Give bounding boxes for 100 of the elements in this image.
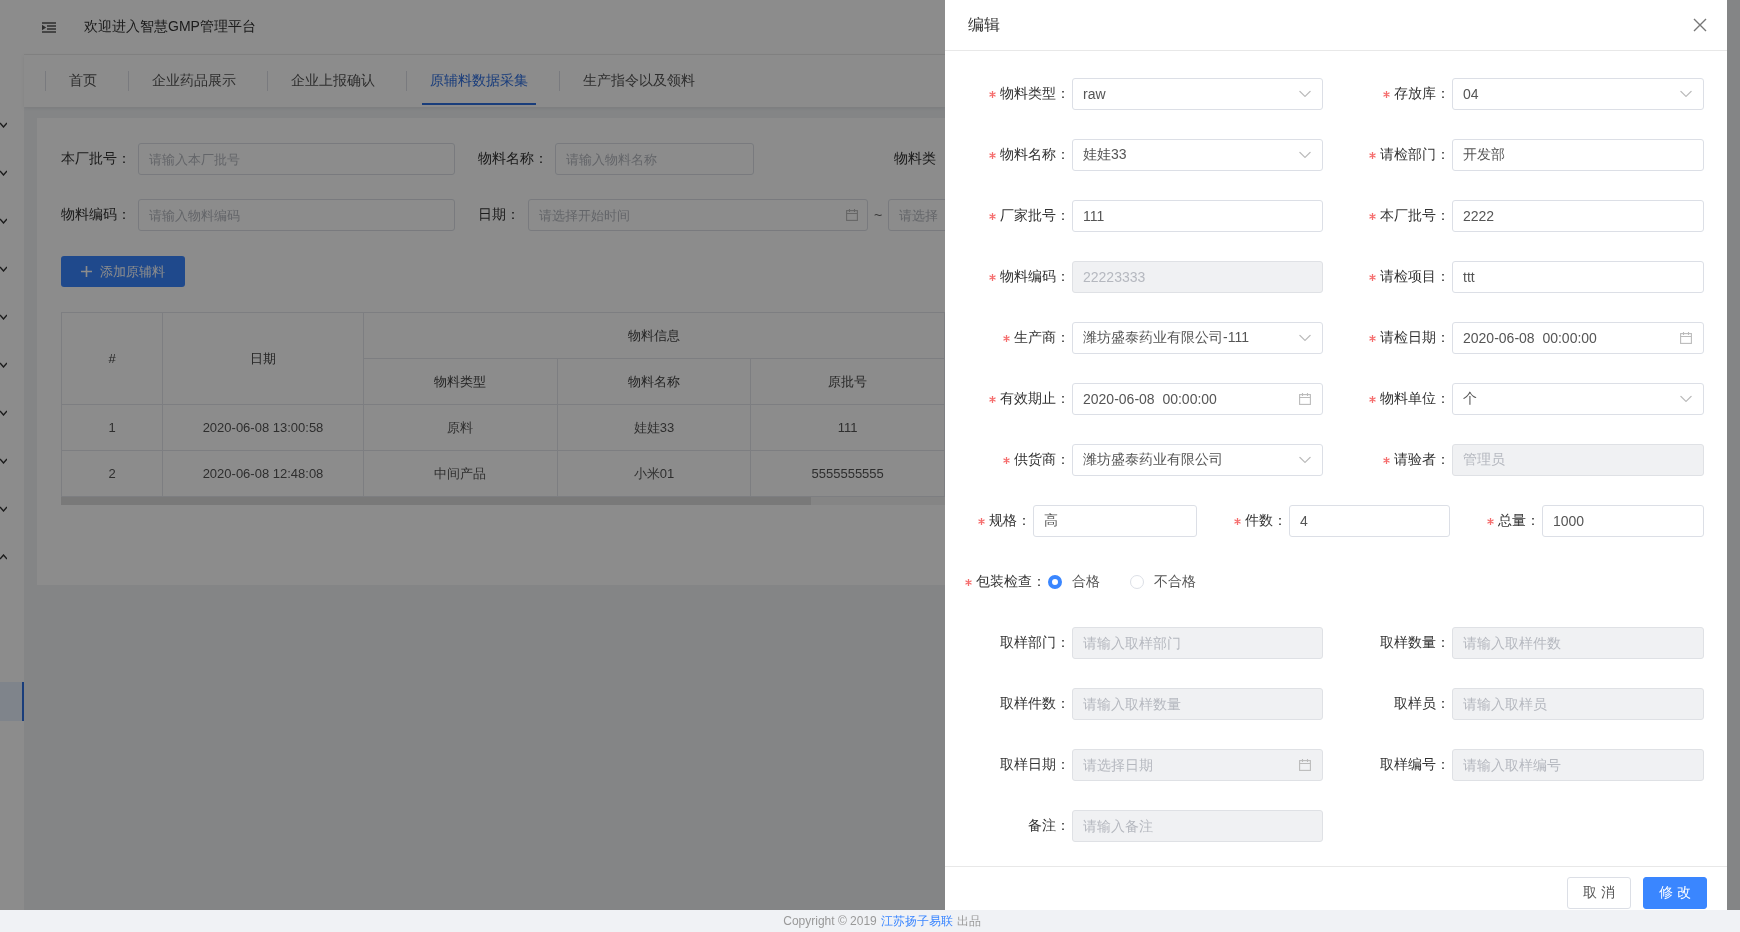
field-label: 生产商： — [1014, 329, 1070, 347]
filter-label: 物料编码： — [61, 206, 132, 224]
select-field[interactable]: 潍坊盛泰药业有限公司 — [1072, 444, 1323, 476]
field-label: 备注： — [1028, 817, 1070, 835]
field-label: 存放库： — [1394, 85, 1450, 103]
column-header: 物料名称 — [557, 358, 751, 405]
asterisk-icon — [1369, 395, 1376, 403]
input-field[interactable]: 4 — [1289, 505, 1450, 537]
chevron-icon[interactable] — [0, 122, 7, 128]
field-label: 请检部门： — [1380, 146, 1450, 164]
copyright-text: 出品 — [956, 912, 981, 930]
field-label: 物料名称： — [1000, 146, 1070, 164]
table-cell: 小米01 — [557, 450, 751, 497]
select-field[interactable]: 娃娃33 — [1072, 139, 1323, 171]
table-cell: 2020-06-08 12:48:08 — [162, 450, 364, 497]
field-label: 请验者： — [1394, 451, 1450, 469]
table-cell: 1 — [61, 404, 163, 451]
asterisk-icon — [965, 578, 972, 586]
field-label: 件数： — [1245, 512, 1287, 530]
asterisk-icon — [1369, 334, 1376, 342]
chevron-icon[interactable] — [0, 170, 7, 176]
menu-icon[interactable] — [42, 21, 56, 33]
column-header: 原批号 — [750, 358, 945, 405]
asterisk-icon — [1383, 456, 1390, 464]
date-field[interactable]: 2020-06-08 00:00:00 — [1452, 322, 1704, 354]
filter-label: 本厂批号： — [61, 150, 132, 168]
asterisk-icon — [989, 90, 996, 98]
filter-label: 物料类 — [894, 150, 937, 168]
calendar-icon — [1680, 332, 1692, 344]
chevron-icon[interactable] — [0, 410, 7, 416]
column-header: 物料类型 — [363, 358, 558, 405]
field-label: 取样编号： — [1380, 756, 1450, 774]
input-field[interactable]: 2222 — [1452, 200, 1704, 232]
asterisk-icon — [1369, 273, 1376, 281]
table-cell: 111 — [750, 404, 945, 451]
table-cell: 中间产品 — [363, 450, 558, 497]
date-field[interactable]: 2020-06-08 00:00:00 — [1072, 383, 1323, 415]
tab[interactable]: 企业药品展示 — [144, 57, 244, 105]
chevron-icon[interactable] — [0, 218, 7, 224]
table-cell: 2020-06-08 13:00:58 — [162, 404, 364, 451]
close-icon[interactable] — [1693, 18, 1707, 32]
chevron-icon[interactable] — [0, 506, 7, 512]
chevron-icon[interactable] — [0, 362, 7, 368]
caret-icon — [1299, 90, 1311, 98]
table-cell: 5555555555 — [750, 450, 945, 497]
range-separator: ~ — [874, 207, 883, 223]
field-label: 请检日期： — [1380, 329, 1450, 347]
field-label: 供货商： — [1014, 451, 1070, 469]
input-field[interactable]: ttt — [1452, 261, 1704, 293]
calendar-icon — [1299, 393, 1311, 405]
caret-icon — [1299, 151, 1311, 159]
asterisk-icon — [1487, 517, 1494, 525]
input-field[interactable]: 111 — [1072, 200, 1323, 232]
radio-option[interactable]: 合格 — [1048, 573, 1100, 591]
field-label: 物料类型： — [1000, 85, 1070, 103]
select-field[interactable]: 04 — [1452, 78, 1704, 110]
radio-option[interactable]: 不合格 — [1130, 573, 1196, 591]
chevron-icon[interactable] — [0, 266, 7, 272]
field-label: 规格： — [989, 512, 1031, 530]
asterisk-icon — [1369, 151, 1376, 159]
input-field[interactable]: 高 — [1033, 505, 1197, 537]
tab[interactable]: 生产指令以及领料 — [575, 57, 703, 105]
app-title: 欢迎进入智慧GMP管理平台 — [84, 18, 256, 36]
drawer-title: 编辑 — [968, 14, 1000, 35]
select-field[interactable]: 个 — [1452, 383, 1704, 415]
table-cell: 2 — [61, 450, 163, 497]
field-label: 本厂批号： — [1380, 207, 1450, 225]
sidebar-item[interactable] — [0, 682, 24, 721]
field-label: 取样员： — [1394, 695, 1450, 713]
calendar-icon — [846, 209, 858, 221]
asterisk-icon — [989, 151, 996, 159]
cancel-button[interactable]: 取 消 — [1567, 877, 1631, 909]
copyright-text: Copyright © 2019 — [783, 914, 877, 928]
field-label: 厂家批号： — [1000, 207, 1070, 225]
tab[interactable]: 企业上报确认 — [283, 57, 383, 105]
filter-label: 物料名称： — [478, 150, 549, 168]
chevron-icon[interactable] — [0, 554, 7, 560]
calendar-icon — [1299, 759, 1311, 771]
chevron-icon[interactable] — [0, 314, 7, 320]
input-field[interactable]: 1000 — [1542, 505, 1704, 537]
column-header: 日期 — [162, 312, 364, 405]
asterisk-icon — [1003, 334, 1010, 342]
asterisk-icon — [989, 212, 996, 220]
group-header: 物料信息 — [363, 312, 945, 359]
field-label: 物料单位： — [1380, 390, 1450, 408]
caret-icon — [1680, 395, 1692, 403]
asterisk-icon — [1383, 90, 1390, 98]
select-field[interactable]: raw — [1072, 78, 1323, 110]
asterisk-icon — [989, 395, 996, 403]
asterisk-icon — [1369, 212, 1376, 220]
input-field[interactable]: 开发部 — [1452, 139, 1704, 171]
asterisk-icon — [978, 517, 985, 525]
tab[interactable]: 首页 — [61, 57, 105, 105]
chevron-icon[interactable] — [0, 458, 7, 464]
plus-icon — [81, 266, 92, 277]
table-cell: 原料 — [363, 404, 558, 451]
table-cell: 娃娃33 — [557, 404, 751, 451]
field-label: 包装检查： — [976, 573, 1046, 591]
select-field[interactable]: 潍坊盛泰药业有限公司-111 — [1072, 322, 1323, 354]
caret-icon — [1299, 334, 1311, 342]
